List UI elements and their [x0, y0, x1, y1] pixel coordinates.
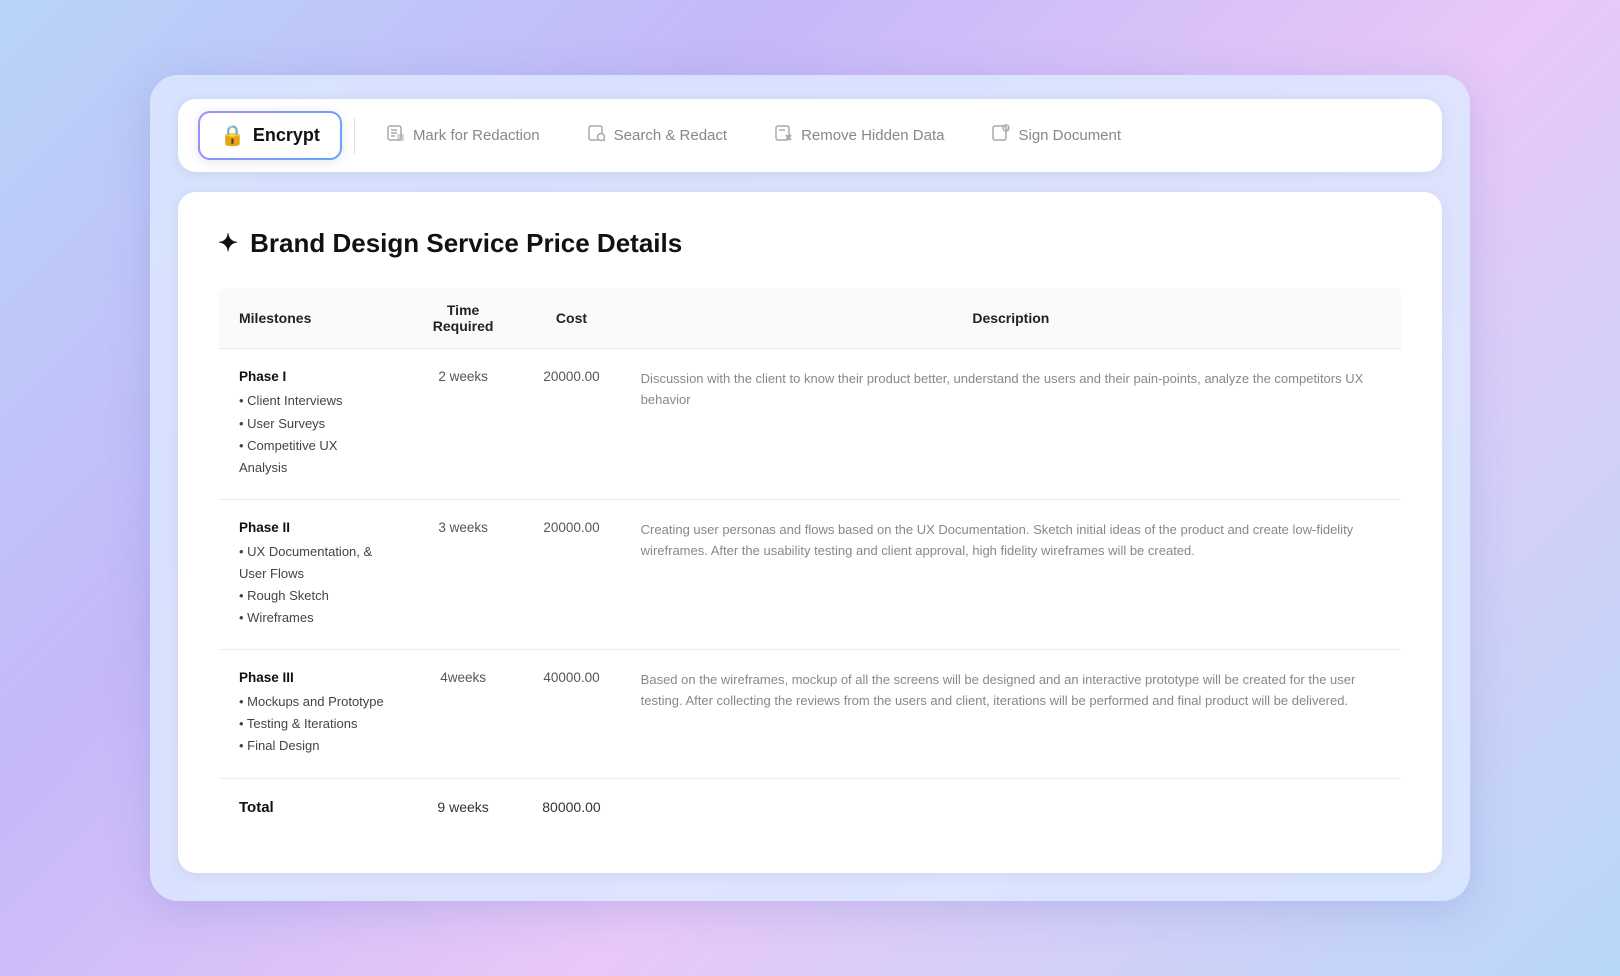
phase-1-item-2: • User Surveys [239, 413, 384, 435]
table-total-row: Total 9 weeks 80000.00 [219, 778, 1402, 836]
phase-2-description: Creating user personas and flows based o… [621, 499, 1402, 649]
remove-hidden-label: Remove Hidden Data [801, 127, 944, 144]
phase-2-item-1: • UX Documentation, & User Flows [239, 541, 384, 585]
table-row: Phase III • Mockups and Prototype • Test… [219, 650, 1402, 778]
outer-card: 🔒 Encrypt Mark for Redaction [150, 75, 1470, 900]
col-cost: Cost [522, 288, 620, 349]
phase-1-title: Phase I [239, 369, 384, 384]
phase-3-item-2: • Testing & Iterations [239, 713, 384, 735]
table-row: Phase II • UX Documentation, & User Flow… [219, 499, 1402, 649]
mark-redaction-label: Mark for Redaction [413, 127, 540, 144]
content-card: ✦ Brand Design Service Price Details Mil… [178, 192, 1442, 872]
total-time: 9 weeks [437, 799, 488, 815]
phase-3-cost: 40000.00 [522, 650, 620, 778]
phase-3-time: 4weeks [404, 650, 522, 778]
separator-1 [354, 118, 355, 154]
title-star-icon: ✦ [218, 229, 238, 258]
col-description: Description [621, 288, 1402, 349]
phase-3-item-3: • Final Design [239, 735, 384, 757]
col-time: Time Required [404, 288, 522, 349]
toolbar-remove-hidden[interactable]: Remove Hidden Data [755, 114, 964, 157]
col-milestones: Milestones [219, 288, 404, 349]
toolbar-encrypt[interactable]: 🔒 Encrypt [198, 111, 342, 160]
lock-icon: 🔒 [220, 123, 245, 148]
encrypt-label: Encrypt [253, 125, 320, 146]
toolbar-sign-document[interactable]: ✎ Sign Document [972, 114, 1141, 157]
svg-text:✎: ✎ [1005, 126, 1009, 132]
phase-1-description: Discussion with the client to know their… [621, 349, 1402, 499]
phase-2-milestones: Phase II • UX Documentation, & User Flow… [219, 499, 404, 649]
phase-2-item-3: • Wireframes [239, 607, 384, 629]
phase-3-milestones: Phase III • Mockups and Prototype • Test… [219, 650, 404, 778]
search-redact-label: Search & Redact [614, 127, 727, 144]
title-text: Brand Design Service Price Details [250, 228, 682, 259]
total-desc-cell [621, 778, 1402, 836]
sign-document-label: Sign Document [1018, 127, 1121, 144]
phase-2-cost: 20000.00 [522, 499, 620, 649]
total-cost: 80000.00 [542, 799, 600, 815]
toolbar-search-redact[interactable]: Search & Redact [568, 114, 747, 157]
search-icon [588, 124, 606, 147]
phase-1-item-3: • Competitive UX Analysis [239, 435, 384, 479]
phase-2-title: Phase II [239, 520, 384, 535]
phase-3-title: Phase III [239, 670, 384, 685]
toolbar-mark-redaction[interactable]: Mark for Redaction [367, 114, 560, 157]
mark-icon [387, 124, 405, 147]
phase-2-time: 3 weeks [404, 499, 522, 649]
phase-1-time: 2 weeks [404, 349, 522, 499]
phase-3-item-1: • Mockups and Prototype [239, 691, 384, 713]
toolbar: 🔒 Encrypt Mark for Redaction [178, 99, 1442, 172]
total-label-cell: Total [219, 778, 404, 836]
total-label: Total [239, 799, 274, 816]
remove-icon [775, 124, 793, 147]
phase-1-item-1: • Client Interviews [239, 390, 384, 412]
total-time-cell: 9 weeks [404, 778, 522, 836]
sign-icon: ✎ [992, 124, 1010, 147]
total-cost-cell: 80000.00 [522, 778, 620, 836]
document-title: ✦ Brand Design Service Price Details [218, 228, 1402, 259]
phase-3-description: Based on the wireframes, mockup of all t… [621, 650, 1402, 778]
table-row: Phase I • Client Interviews • User Surve… [219, 349, 1402, 499]
phase-1-milestones: Phase I • Client Interviews • User Surve… [219, 349, 404, 499]
price-table: Milestones Time Required Cost Descriptio… [218, 287, 1402, 836]
phase-1-cost: 20000.00 [522, 349, 620, 499]
table-header-row: Milestones Time Required Cost Descriptio… [219, 288, 1402, 349]
phase-2-item-2: • Rough Sketch [239, 585, 384, 607]
